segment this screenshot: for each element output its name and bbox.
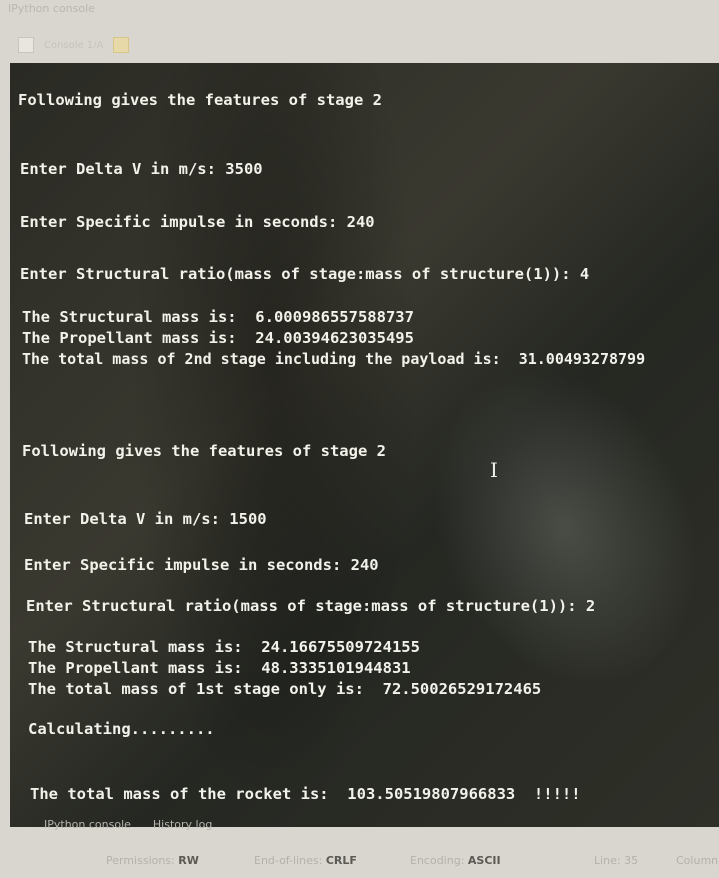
console-line: Enter Delta V in m/s: 3500 [20,160,263,178]
eol-label: End-of-lines: [254,854,323,867]
console-tab-icon[interactable] [18,37,34,53]
encoding-label: Encoding: [410,854,465,867]
console-line: The Propellant mass is: 48.3335101944831 [28,659,411,677]
console-line: The total mass of 2nd stage including th… [22,350,646,368]
line-value: 35 [624,854,639,867]
status-column-label: Column [676,854,719,867]
console-line: Enter Structural ratio(mass of stage:mas… [20,265,590,283]
console-line: Enter Specific impulse in seconds: 240 [24,556,379,574]
permissions-label: Permissions: [106,854,175,867]
status-permissions: Permissions: RW [106,854,199,867]
tab-history-log[interactable]: History log [153,818,212,831]
status-eol: End-of-lines: CRLF [254,854,357,867]
status-encoding: Encoding: ASCII [410,854,501,867]
permissions-value: RW [178,854,199,867]
console-line: Following gives the features of stage 2 [18,91,382,109]
console-line: The total mass of the rocket is: 103.505… [30,785,581,803]
eol-value: CRLF [325,854,357,867]
line-label: Line: [594,854,621,867]
tab-ipython-console[interactable]: IPython console [44,818,131,831]
text-cursor-icon: I [490,458,498,482]
encoding-value: ASCII [467,854,501,867]
console-line: Enter Specific impulse in seconds: 240 [20,213,375,231]
console-line: The Propellant mass is: 24.0039462303549… [22,329,414,347]
photo-glare [381,325,719,731]
pane-title: IPython console [8,2,95,15]
console-line: The Structural mass is: 24.1667550972415… [28,638,420,656]
console-tab-label[interactable]: Console 1/A [44,40,103,51]
console-line: Enter Delta V in m/s: 1500 [24,510,267,528]
console-line: The Structural mass is: 6.00098655758873… [22,308,414,326]
options-icon[interactable] [113,37,130,53]
console-line: Calculating......... [28,720,215,738]
console-line: The total mass of 1st stage only is: 72.… [28,680,542,698]
console-toolbar: Console 1/A [18,34,218,56]
status-line: Line: 35 [594,854,638,867]
status-bar: Permissions: RW End-of-lines: CRLF Encod… [0,846,719,878]
console-line: Enter Structural ratio(mass of stage:mas… [26,597,596,615]
console-output[interactable]: Following gives the features of stage 2 … [10,63,719,827]
bottom-tabs: IPython console History log [44,818,212,831]
console-line: Following gives the features of stage 2 [22,442,386,460]
